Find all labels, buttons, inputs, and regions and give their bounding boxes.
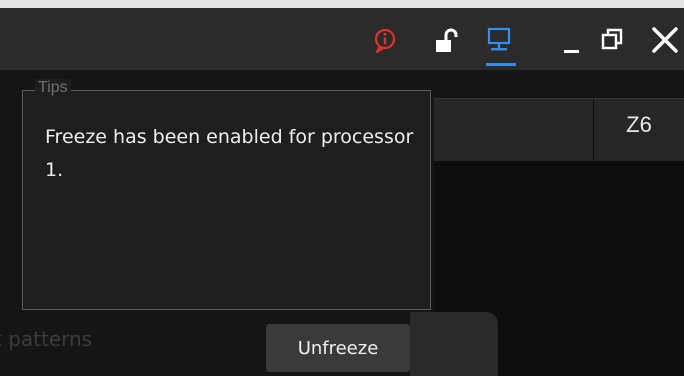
bottom-tab[interactable] xyxy=(410,312,498,376)
window-top-edge xyxy=(0,0,684,8)
tips-message: Freeze has been enabled for processor 1. xyxy=(45,126,414,181)
active-indicator xyxy=(486,63,516,66)
unfreeze-button[interactable]: Unfreeze xyxy=(266,324,410,372)
minimize-icon[interactable] xyxy=(561,26,591,56)
close-icon[interactable] xyxy=(651,26,681,56)
monitor-icon[interactable] xyxy=(484,26,514,56)
background-label: t patterns xyxy=(0,327,93,351)
restore-icon[interactable] xyxy=(599,26,629,56)
tips-legend: Tips xyxy=(35,79,71,97)
alert-icon[interactable] xyxy=(371,26,401,56)
column-header-z6[interactable]: Z6 xyxy=(594,112,684,138)
unlock-icon[interactable] xyxy=(433,26,463,56)
